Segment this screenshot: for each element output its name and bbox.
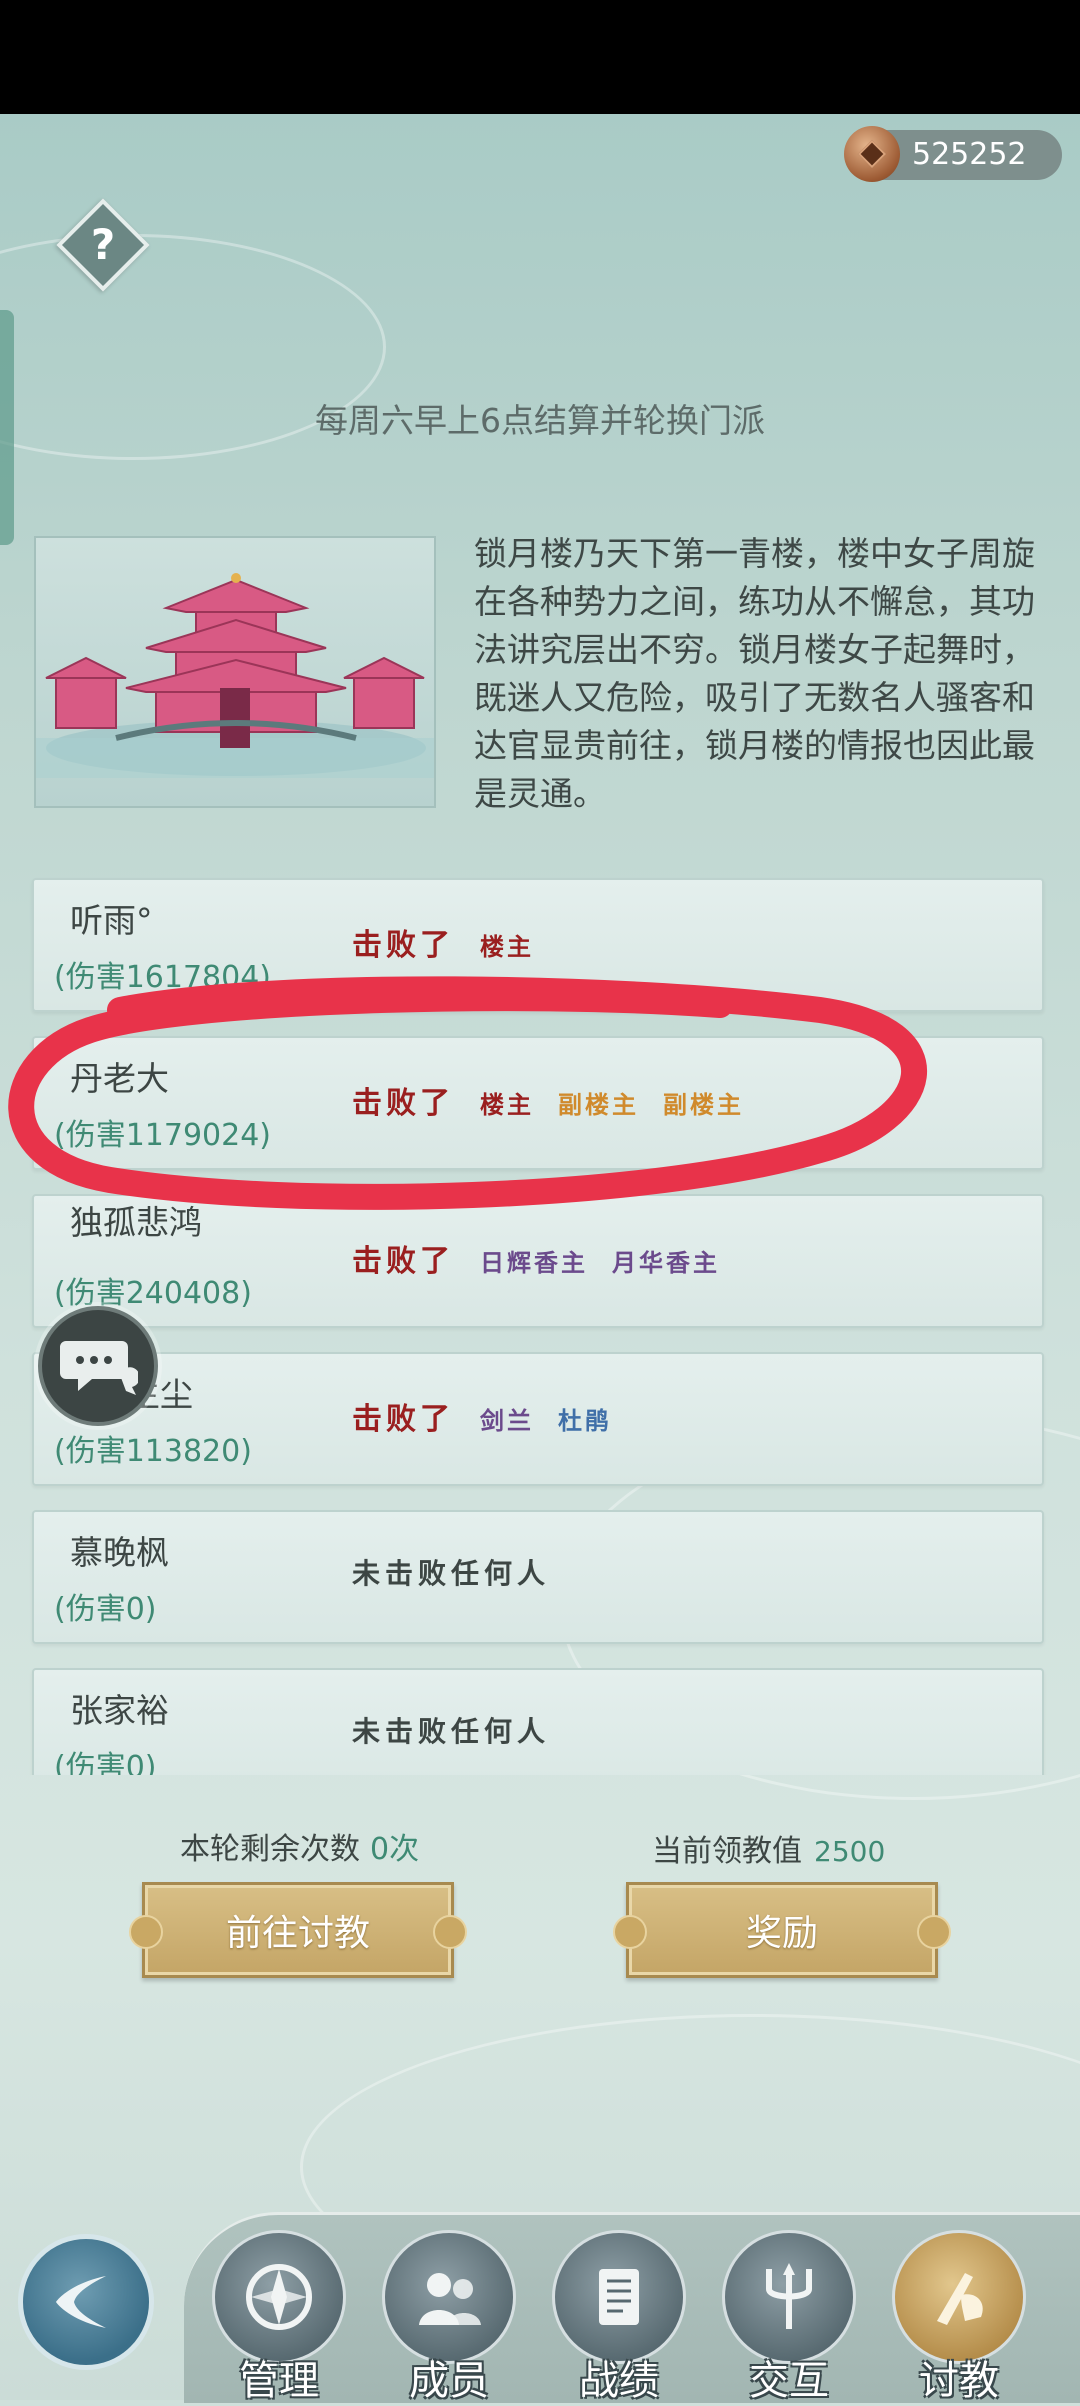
remaining-value: 0次 [370, 1832, 420, 1867]
scroll-icon [599, 2269, 639, 2325]
defeated-label: 击败了 [352, 928, 454, 963]
damage-value: (伤害0) [54, 1750, 157, 1775]
compass-icon [246, 2264, 312, 2330]
question-icon: ? [90, 220, 116, 269]
reward-button[interactable]: 奖励 [613, 1882, 951, 1978]
nav-manage[interactable]: 管理 [212, 2230, 346, 2404]
status-bar [0, 0, 1080, 114]
chat-bubble-button[interactable] [38, 1306, 158, 1426]
target-tag: 副楼主 [558, 1090, 639, 1119]
ranking-row[interactable]: 丹老大 (伤害1179024) 击败了 楼主 副楼主 副楼主 [32, 1036, 1044, 1170]
target-tag: 月华香主 [612, 1248, 720, 1277]
remaining-label: 本轮剩余次数 [180, 1832, 360, 1867]
nav-records[interactable]: 战绩 [552, 2230, 686, 2404]
defeated-label: 击败了 [352, 1086, 454, 1121]
defeated-label: 击败了 [352, 1244, 454, 1279]
nav-challenge[interactable]: 讨教 [892, 2230, 1026, 2404]
defeat-result: 未击败任何人 [352, 1552, 550, 1592]
nav-records-label: 战绩 [579, 2358, 659, 2404]
rotation-notice: 每周六早上6点结算并轮换门派 [315, 401, 765, 440]
ranking-list[interactable]: 听雨° (伤害1617804) 击败了 楼主 丹老大 (伤害1179024) 击… [0, 870, 1080, 1775]
defeat-result: 未击败任何人 [352, 1710, 550, 1750]
currency-amount: 525252 [912, 137, 1027, 172]
target-tag: 楼主 [480, 932, 534, 961]
ranking-row[interactable]: 绝生尘 (伤害113820) 击败了 剑兰 杜鹃 [32, 1352, 1044, 1486]
sect-description: 锁月楼乃天下第一青楼，楼中女子周旋在各种势力之间，练功从不懈怠，其功法讲究层出不… [474, 534, 1035, 813]
defeat-result: 击败了 剑兰 杜鹃 [352, 1394, 636, 1438]
player-name: 听雨° [70, 901, 153, 940]
nav-interact[interactable]: 交互 [722, 2230, 856, 2404]
damage-value: (伤害1179024) [54, 1118, 272, 1153]
ranking-row[interactable]: 独孤悲鸿 (伤害240408) 击败了 日辉香主 月华香主 [32, 1194, 1044, 1328]
damage-value: (伤害1617804) [54, 960, 272, 995]
coin-icon [844, 126, 900, 182]
currency-display: 525252 [844, 126, 1062, 182]
target-tag: 杜鹃 [558, 1406, 612, 1435]
go-challenge-label: 前往讨教 [225, 1913, 370, 1954]
player-name: 慕晚枫 [70, 1533, 169, 1572]
target-tag: 楼主 [480, 1090, 534, 1119]
remaining-attempts: 本轮剩余次数 0次 [180, 1824, 419, 1868]
nav-challenge-label: 讨教 [919, 2358, 999, 2404]
current-score: 当前领教值 2500 [652, 1826, 885, 1870]
no-defeat-label: 未击败任何人 [352, 1557, 551, 1590]
no-defeat-label: 未击败任何人 [352, 1715, 551, 1748]
members-icon [419, 2273, 481, 2325]
sword-hand-icon [937, 2273, 983, 2325]
trident-icon [766, 2263, 812, 2329]
sect-building-image [34, 536, 436, 808]
nav-members-label: 成员 [409, 2358, 489, 2404]
damage-value: (伤害240408) [54, 1276, 252, 1311]
ranking-row[interactable]: 听雨° (伤害1617804) 击败了 楼主 [32, 878, 1044, 1012]
damage-value: (伤害0) [54, 1592, 157, 1627]
damage-value: (伤害113820) [54, 1434, 252, 1469]
score-label: 当前领教值 [652, 1834, 802, 1869]
nav-members[interactable]: 成员 [382, 2230, 516, 2404]
score-value: 2500 [814, 1835, 886, 1868]
ranking-row[interactable]: 张家裕 (伤害0) 未击败任何人 [32, 1668, 1044, 1775]
go-challenge-button[interactable]: 前往讨教 [129, 1882, 467, 1978]
back-arrow-icon [56, 2276, 106, 2328]
chat-icon [60, 1341, 138, 1395]
defeat-result: 击败了 楼主 副楼主 副楼主 [352, 1078, 768, 1122]
player-name: 张家裕 [70, 1691, 169, 1730]
player-name: 丹老大 [70, 1059, 169, 1098]
target-tag: 剑兰 [480, 1406, 534, 1435]
target-tag: 日辉香主 [480, 1248, 588, 1277]
player-name: 独孤悲鸿 [70, 1203, 202, 1242]
defeat-result: 击败了 楼主 [352, 920, 558, 964]
defeated-label: 击败了 [352, 1402, 454, 1437]
back-button[interactable] [18, 2234, 154, 2370]
defeat-result: 击败了 日辉香主 月华香主 [352, 1236, 744, 1280]
target-tag: 副楼主 [663, 1090, 744, 1119]
nav-interact-label: 交互 [749, 2358, 829, 2404]
ranking-row[interactable]: 慕晚枫 (伤害0) 未击败任何人 [32, 1510, 1044, 1644]
reward-label: 奖励 [745, 1913, 818, 1954]
nav-manage-label: 管理 [239, 2358, 319, 2404]
